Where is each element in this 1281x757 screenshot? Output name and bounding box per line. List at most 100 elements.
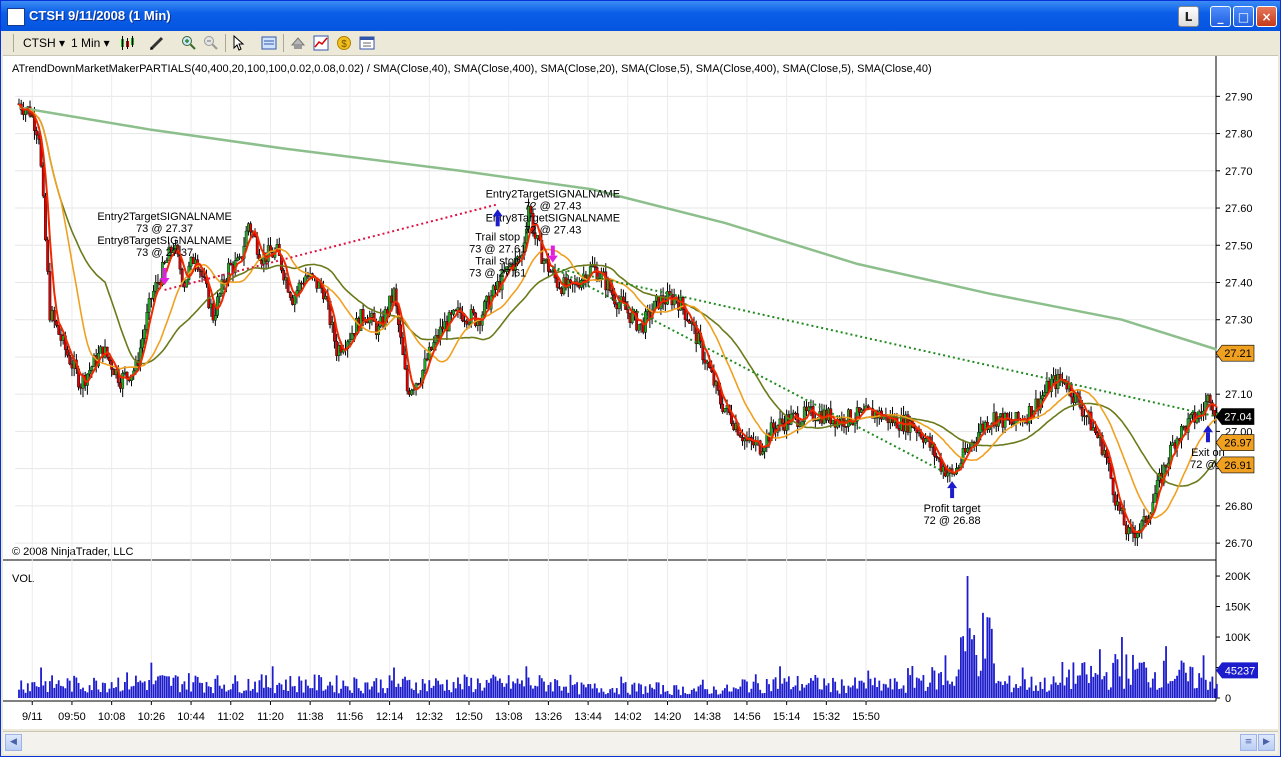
volume-bar	[1037, 690, 1040, 698]
maximize-button[interactable]: □	[1233, 6, 1254, 27]
volume-bar	[538, 675, 541, 698]
time-tick-label: 10:08	[98, 711, 126, 723]
scroll-left-button[interactable]: ◀	[5, 734, 22, 751]
volume-bar	[157, 676, 159, 698]
volume-bar	[880, 690, 883, 698]
volume-bar	[262, 687, 265, 698]
pencil-icon[interactable]	[149, 35, 165, 51]
volume-bar	[154, 680, 157, 698]
volume-bar	[357, 688, 360, 698]
volume-bar	[684, 693, 687, 698]
price-chart[interactable]: ATrendDownMarketMakerPARTIALS(40,400,20,…	[3, 56, 1278, 729]
price-tick-label: 27.60	[1225, 203, 1253, 215]
volume-bar	[397, 683, 400, 698]
volume-bar	[1041, 688, 1044, 698]
minimize-button[interactable]: _	[1210, 6, 1231, 27]
volume-bar	[693, 688, 695, 698]
volume-bar	[562, 686, 565, 698]
price-badge-text: 26.91	[1224, 460, 1252, 472]
chart-area[interactable]: ATrendDownMarketMakerPARTIALS(40,400,20,…	[3, 56, 1278, 729]
time-tick-label: 13:44	[574, 711, 602, 723]
calendar-icon[interactable]	[359, 35, 375, 51]
volume-bar	[748, 692, 751, 698]
volume-bar	[772, 679, 775, 698]
volume-bar	[428, 680, 431, 698]
volume-bar	[653, 689, 656, 698]
volume-bar	[977, 676, 980, 698]
volume-bar	[510, 688, 512, 698]
properties-icon[interactable]: $	[336, 35, 352, 51]
volume-bar	[243, 690, 245, 698]
time-tick-label: 10:44	[177, 711, 205, 723]
volume-bar	[1070, 689, 1073, 698]
candle-body	[198, 269, 202, 272]
volume-bar	[223, 684, 226, 698]
price-tick-label: 27.70	[1225, 166, 1253, 178]
marker-label: Trail stop	[475, 231, 520, 243]
volume-bar	[609, 689, 612, 698]
strategies-icon[interactable]	[290, 35, 306, 51]
horizontal-scrollbar[interactable]: ◀ ≡ ▶	[3, 731, 1278, 754]
volume-bar	[249, 690, 252, 698]
volume-bar	[77, 682, 80, 698]
price-badge: 27.21	[1215, 344, 1255, 362]
instrument-selector[interactable]: CTSH ▾	[23, 34, 65, 52]
scroll-thumb[interactable]: ≡	[1240, 734, 1257, 751]
data-box-icon[interactable]	[261, 35, 277, 51]
volume-bar	[437, 680, 440, 698]
volume-bar	[1092, 676, 1095, 698]
candlestick-icon[interactable]	[119, 35, 135, 51]
volume-bar	[165, 676, 168, 698]
volume-bar	[44, 681, 47, 698]
candle-body	[185, 279, 189, 288]
volume-bar	[757, 683, 759, 698]
volume-bar	[1063, 685, 1066, 698]
indicators-icon[interactable]	[313, 35, 329, 51]
scroll-right-button[interactable]: ▶	[1258, 734, 1275, 751]
volume-bar	[201, 683, 203, 698]
volume-bar	[825, 685, 828, 698]
volume-bar	[465, 676, 468, 698]
volume-bar	[218, 685, 221, 698]
volume-tick-label: 100K	[1225, 632, 1251, 644]
volume-bar	[1079, 675, 1081, 698]
volume-bar	[805, 684, 808, 698]
candle-body	[738, 434, 742, 438]
volume-bar	[560, 690, 563, 698]
candle-body	[924, 438, 928, 443]
interval-selector[interactable]: 1 Min ▾	[71, 34, 110, 52]
marker-label: Trail stop	[475, 255, 520, 267]
copyright-text: © 2008 NinjaTrader, LLC	[12, 546, 133, 558]
volume-bar	[417, 693, 420, 698]
layout-button[interactable]: L	[1178, 6, 1199, 27]
volume-bar	[60, 685, 62, 698]
candle-body	[66, 349, 69, 356]
volume-bar	[763, 692, 766, 698]
volume-bar	[364, 682, 367, 698]
zoom-out-icon[interactable]	[203, 35, 219, 51]
volume-bar	[576, 682, 578, 698]
time-tick-label: 15:50	[852, 711, 880, 723]
title-bar[interactable]: CTSH 9/11/2008 (1 Min) L _ □ ×	[1, 1, 1280, 31]
volume-bar	[302, 692, 305, 698]
time-tick-label: 12:50	[455, 711, 483, 723]
zoom-in-icon[interactable]	[181, 35, 197, 51]
volume-bar	[309, 688, 312, 698]
volume-bar	[1008, 675, 1011, 698]
volume-bar	[443, 690, 446, 698]
candle-body	[293, 295, 297, 305]
volume-bar	[536, 686, 539, 698]
volume-bar	[893, 678, 896, 698]
close-button[interactable]: ×	[1256, 6, 1277, 27]
volume-bar	[273, 693, 276, 698]
pointer-icon[interactable]	[231, 34, 247, 51]
volume-bar	[554, 679, 556, 698]
marker-label: Entry8TargetSIGNALNAME	[97, 235, 232, 247]
volume-bar	[265, 675, 267, 698]
volume-bar	[549, 682, 552, 698]
volume-bar	[505, 683, 508, 698]
candle-body	[244, 230, 248, 247]
volume-bar	[787, 676, 790, 698]
marker-label: Entry2TargetSIGNALNAME	[97, 211, 232, 223]
candle-body	[780, 418, 784, 424]
